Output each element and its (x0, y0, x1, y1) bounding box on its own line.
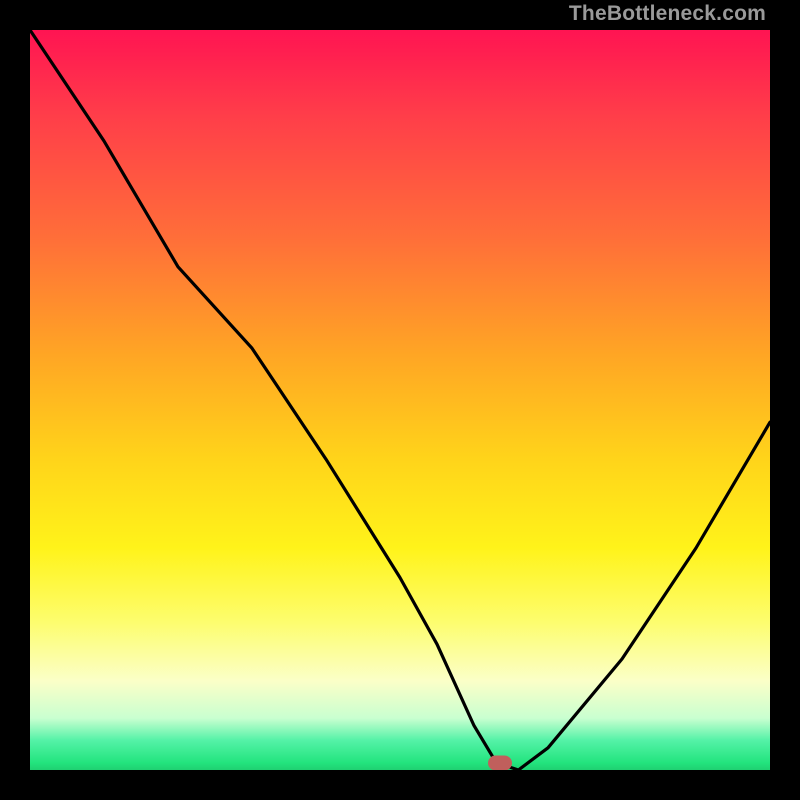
plot-area (30, 30, 770, 770)
optimal-point-marker (488, 755, 512, 770)
bottleneck-curve (30, 30, 770, 770)
chart-frame: TheBottleneck.com (0, 0, 800, 800)
watermark-text: TheBottleneck.com (569, 2, 766, 26)
